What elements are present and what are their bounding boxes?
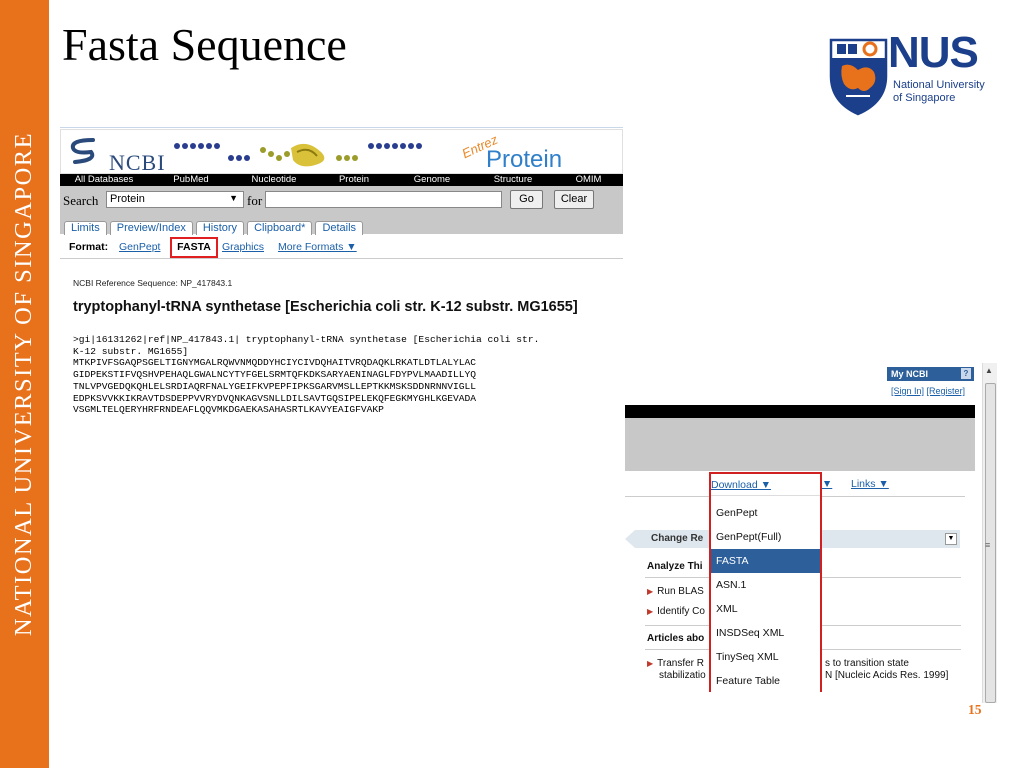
slide-title: Fasta Sequence [62,19,347,70]
ncbi-protein-screenshot: NCBI Entrez Protein All Databases PubMed… [60,127,623,287]
university-vertical-text: NATIONAL UNIVERSITY OF SINGAPORE [10,131,37,637]
clear-button[interactable]: Clear [554,190,594,209]
help-icon[interactable]: ? [961,368,971,379]
tab-details[interactable]: Details [315,221,364,235]
fasta-line: MTKPIVFSGAQPSGELTIGNYMGALRQWVNMQDDYHCIYC… [73,357,477,369]
ncbi-helix-icon [70,138,95,164]
nav-structure[interactable]: Structure [470,174,556,186]
black-bar [625,405,975,418]
bullet-arrow-icon: ▶ [647,587,654,596]
run-blast-item[interactable]: ▶ Run BLAS [647,586,704,597]
ncbi-search-bar: Search Protein ▼ for Go Clear Limits Pre… [60,186,623,235]
nav-all-databases[interactable]: All Databases [60,174,148,186]
fasta-line: TNLVPVGEDQKQHLELSRDIAQRFNALYGEIFKVPEPFIP… [73,380,477,392]
format-label: Format: [69,241,109,253]
for-label: for [247,193,263,208]
articles-heading: Articles abo [647,633,705,644]
nus-logo-line2: of Singapore [893,92,956,104]
nav-omim[interactable]: OMIM [556,174,621,186]
sidebar-band: NATIONAL UNIVERSITY OF SINGAPORE [0,0,49,768]
fasta-line: VSGMLTELQERYHRFRNDEAFLQQVMKDGAEKASAHASRT… [73,404,384,416]
database-select[interactable]: Protein ▼ [106,191,244,208]
page-number: 15 [968,702,982,717]
top-divider [60,127,623,128]
format-graphics-link[interactable]: Graphics [222,241,264,253]
download-link-label: Download ▼ [711,479,772,491]
option-asn1[interactable]: ASN.1 [711,573,820,597]
my-ncbi-links: [Sign In] [Register] [891,386,965,396]
change-region-text: Change Re [651,533,704,544]
fasta-line: GIDPEKSTIFVQSHVPEHAQLGWALNCYTYFGELSRMTQF… [73,369,477,381]
database-select-value: Protein [110,193,145,205]
search-input[interactable] [265,191,502,208]
option-genpept[interactable]: GenPept [711,501,820,525]
nus-logo-line1: National University [893,79,985,91]
fasta-line: K-12 substr. MG1655] [73,345,189,357]
fasta-line: >gi|16131262|ref|NP_417843.1| tryptophan… [73,334,540,345]
my-ncbi-title: My NCBI [891,369,929,379]
protein-product-text: Protein [486,146,563,173]
identify-item[interactable]: ▶ Identify Co [647,606,705,617]
format-row: Format: GenPept FASTA Graphics More Form… [60,235,623,259]
download-dropdown: Download ▼ GenPept GenPept(Full) FASTA A… [709,472,822,693]
option-feature-table[interactable]: Feature Table [711,669,820,693]
register-link[interactable]: [Register] [927,386,966,396]
my-ncbi-box: My NCBI ? [Sign In] [Register] [887,367,977,405]
reference-sequence-label: NCBI Reference Sequence: NP_417843.1 [73,278,233,288]
transfer-tail: s to transition state [825,658,909,669]
scrollbar[interactable]: ▲ ≡ [982,363,997,703]
option-tinyseq-xml[interactable]: TinySeq XML [711,645,820,669]
scroll-up-icon[interactable]: ▲ [985,366,993,375]
tab-preview-index[interactable]: Preview/Index [109,221,193,235]
bullet-arrow-icon: ▶ [647,659,654,668]
tab-history[interactable]: History [195,221,245,235]
protein-title: tryptophanyl-tRNA synthetase [Escherichi… [73,299,578,315]
format-genpept-link[interactable]: GenPept [119,241,160,253]
run-blast-text: Run BLAS [657,586,704,597]
fasta-sequence-text: >gi|16131262|ref|NP_417843.1| tryptophan… [73,334,539,416]
nav-nucleotide[interactable]: Nucleotide [234,174,314,186]
option-xml[interactable]: XML [711,597,820,621]
chevron-down-icon: ▼ [229,193,238,203]
download-options: GenPept GenPept(Full) FASTA ASN.1 XML IN… [711,501,820,693]
links-link[interactable]: Links ▼ [851,478,889,490]
chevron-down-icon[interactable]: ▼ [945,533,957,545]
citation-text: [Nucleic Acids Res. 1999] [835,670,949,681]
tab-limits[interactable]: Limits [64,221,107,235]
ncbi-database-nav: All Databases PubMed Nucleotide Protein … [60,174,623,186]
sign-in-link[interactable]: [Sign In] [891,386,924,396]
nus-logo-wordmark: NUS [888,28,979,77]
option-genpept-full[interactable]: GenPept(Full) [711,525,820,549]
analyze-heading: Analyze Thi [647,561,703,572]
ncbi-logo-text: NCBI [109,150,166,175]
download-link[interactable]: Download ▼ [711,479,771,491]
nav-protein[interactable]: Protein [314,174,394,186]
transfer-item[interactable]: ▶ Transfer R [647,658,704,669]
identify-text: Identify Co [657,606,705,617]
stabilization-text: stabilizatio [659,670,706,681]
search-tabs: Limits Preview/Index History Clipboard* … [64,221,366,235]
links-link-text: Links ▼ [851,478,889,490]
option-fasta-selected[interactable]: FASTA [711,549,820,573]
my-ncbi-header: My NCBI ? [887,367,974,381]
molecule-dots-graphic [174,143,422,167]
ncbi-banner: NCBI Entrez Protein [60,129,623,175]
download-dropdown-header: Download ▼ [711,474,820,496]
bullet-arrow-icon: ▶ [647,607,654,616]
search-label: Search [63,193,99,208]
stabilization-tail: N [825,670,833,681]
scroll-grip-icon: ≡ [985,540,991,550]
fasta-line: EDPKSVVKKIKRAVTDSDEPPVVRYDVQNKAGVSNLLDIL… [73,392,477,404]
transfer-text: Transfer R [657,658,705,669]
nav-genome[interactable]: Genome [394,174,470,186]
option-insdseq-xml[interactable]: INSDSeq XML [711,621,820,645]
nav-pubmed[interactable]: PubMed [148,174,234,186]
format-fasta-highlighted[interactable]: FASTA [170,237,218,258]
tab-clipboard[interactable]: Clipboard* [247,221,313,235]
gray-band [625,418,975,471]
more-formats-link[interactable]: More Formats ▼ [278,241,357,253]
bar-left-arrow [625,530,635,548]
go-button[interactable]: Go [510,190,543,209]
